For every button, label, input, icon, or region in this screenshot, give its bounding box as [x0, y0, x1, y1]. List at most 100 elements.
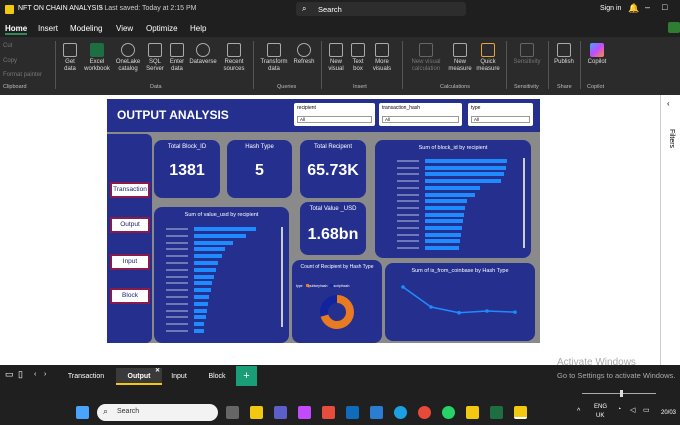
new-visual-button[interactable]: New visual [324, 43, 348, 73]
scrollbar[interactable] [523, 158, 525, 248]
tray-chevron-icon[interactable]: ^ [577, 408, 580, 415]
bar-mark [425, 179, 501, 184]
wifi-icon[interactable]: ◔ [617, 406, 621, 413]
scrollbar[interactable] [281, 227, 283, 327]
sql-button[interactable]: SQL Server [144, 43, 166, 73]
task-view-icon[interactable] [226, 406, 239, 419]
format-painter-button[interactable]: Format painter [3, 72, 42, 78]
zoom-slider[interactable] [582, 393, 656, 394]
cut-button[interactable]: Cut [3, 43, 12, 49]
close-icon[interactable]: ✕ [155, 363, 160, 380]
desktop-view-icon[interactable]: ▭ [5, 369, 14, 380]
recipient-slicer-dropdown[interactable]: All [297, 116, 372, 123]
filters-pane[interactable]: ‹ Filters [660, 95, 680, 365]
copilot-app-icon[interactable] [298, 406, 311, 419]
line-series [402, 286, 516, 314]
teams-icon[interactable] [274, 406, 287, 419]
volume-icon[interactable]: ◁ [630, 406, 635, 414]
tab-help[interactable]: Help [190, 24, 206, 33]
shield-icon [520, 43, 534, 57]
recipient-slicer[interactable]: recipient All [294, 103, 375, 126]
battery-icon[interactable]: ▭ [643, 406, 650, 414]
minimize-icon[interactable]: – [645, 2, 650, 12]
bell-icon[interactable]: 🔔 [628, 3, 639, 14]
refresh-icon [297, 43, 311, 57]
transform-data-button[interactable]: Transform data [257, 43, 291, 73]
recipient-by-type-donut[interactable]: Count of Recipient by Hash Type type pub… [292, 260, 382, 343]
collapse-icon[interactable]: ‹ [667, 99, 670, 108]
copy-button[interactable]: Copy [3, 58, 17, 64]
new-measure-label: New measure [448, 59, 472, 72]
tab-transaction[interactable]: Transaction [56, 368, 116, 385]
powerbi-logo-icon [5, 5, 14, 14]
type-slicer[interactable]: type All [468, 103, 533, 126]
enter-data-button[interactable]: Enter data [166, 43, 188, 73]
nav-transaction-button[interactable]: Transaction [110, 182, 150, 198]
edge-icon[interactable] [394, 406, 407, 419]
tab-home[interactable]: Home [5, 24, 28, 35]
onelake-button[interactable]: OneLake catalog [113, 43, 143, 73]
type-slicer-label: type [471, 105, 481, 111]
excel-button[interactable]: Excel workbook [82, 43, 112, 73]
more-visuals-button[interactable]: More visuals [369, 43, 395, 73]
nav-output-button[interactable]: Output [110, 217, 150, 233]
zoom-thumb[interactable] [620, 390, 623, 397]
sensitivity-button[interactable]: Sensitivity [509, 43, 545, 66]
block-by-recipient-chart[interactable]: Sum of block_id by recipient [375, 140, 531, 258]
divider [548, 41, 549, 89]
chrome-icon[interactable] [418, 406, 431, 419]
share-icon[interactable] [668, 22, 680, 33]
coinbase-by-type-line-chart[interactable]: Sum of is_from_coinbase by Hash Type [385, 263, 535, 341]
powerbi-active-icon[interactable] [514, 406, 527, 419]
copilot-button[interactable]: Copilot [583, 43, 611, 66]
sign-in-button[interactable]: Sign in [600, 5, 621, 12]
search-box[interactable]: ⌕ Search [296, 2, 466, 16]
taskbar-search[interactable]: ⌕ Search [97, 404, 218, 421]
add-page-button[interactable]: + [236, 366, 257, 386]
prev-page-icon[interactable]: ‹ [34, 371, 36, 378]
tab-optimize[interactable]: Optimize [146, 24, 178, 33]
language-code[interactable]: ENG [594, 404, 607, 410]
tab-modeling[interactable]: Modeling [70, 24, 102, 33]
text-box-button[interactable]: Text box [348, 43, 368, 73]
value-by-recipient-chart[interactable]: Sum of value_usd by recipient [154, 207, 289, 343]
transaction-hash-slicer[interactable]: transaction_hash All [379, 103, 462, 126]
type-slicer-dropdown[interactable]: All [471, 116, 530, 123]
mobile-view-icon[interactable]: ▯ [18, 369, 23, 380]
onelake-label: OneLake catalog [115, 59, 141, 72]
powerbi-icon[interactable] [466, 406, 479, 419]
bar-label-placeholder [166, 228, 188, 230]
get-data-button[interactable]: Get data [59, 43, 81, 73]
tab-input[interactable]: Input [164, 368, 194, 385]
publish-button[interactable]: Publish [551, 43, 577, 66]
office-icon[interactable] [322, 406, 335, 419]
recent-sources-button[interactable]: Recent sources [219, 43, 249, 73]
new-measure-button[interactable]: New measure [447, 43, 473, 73]
tab-block[interactable]: Block [200, 368, 234, 385]
next-page-icon[interactable]: › [44, 371, 46, 378]
whatsapp-icon[interactable] [442, 406, 455, 419]
line-svg [401, 285, 517, 315]
windows-start-icon[interactable] [76, 406, 89, 419]
donut-legend: type pubkeyhash scripthash [296, 284, 349, 288]
dataverse-button[interactable]: Dataverse [188, 43, 218, 66]
bar-label-placeholder [397, 173, 419, 176]
search-label: Search [318, 5, 342, 14]
bar-mark [194, 281, 212, 286]
tab-insert[interactable]: Insert [38, 24, 58, 33]
maximize-icon[interactable]: □ [662, 2, 667, 12]
refresh-button[interactable]: Refresh [291, 43, 317, 66]
nav-block-button[interactable]: Block [110, 288, 150, 304]
excel-label: Excel workbook [84, 59, 110, 72]
nav-input-button[interactable]: Input [110, 254, 150, 270]
tab-output[interactable]: Output ✕ [116, 368, 162, 385]
word-icon[interactable] [370, 406, 383, 419]
file-explorer-icon[interactable] [250, 406, 263, 419]
line-point [485, 309, 489, 313]
transaction-hash-slicer-dropdown[interactable]: All [382, 116, 459, 123]
excel-app-icon[interactable] [490, 406, 503, 419]
tab-view[interactable]: View [116, 24, 133, 33]
save-status: • Last saved: Today at 2:15 PM [100, 5, 197, 12]
outlook-icon[interactable] [346, 406, 359, 419]
quick-measure-button[interactable]: Quick measure [474, 43, 502, 73]
